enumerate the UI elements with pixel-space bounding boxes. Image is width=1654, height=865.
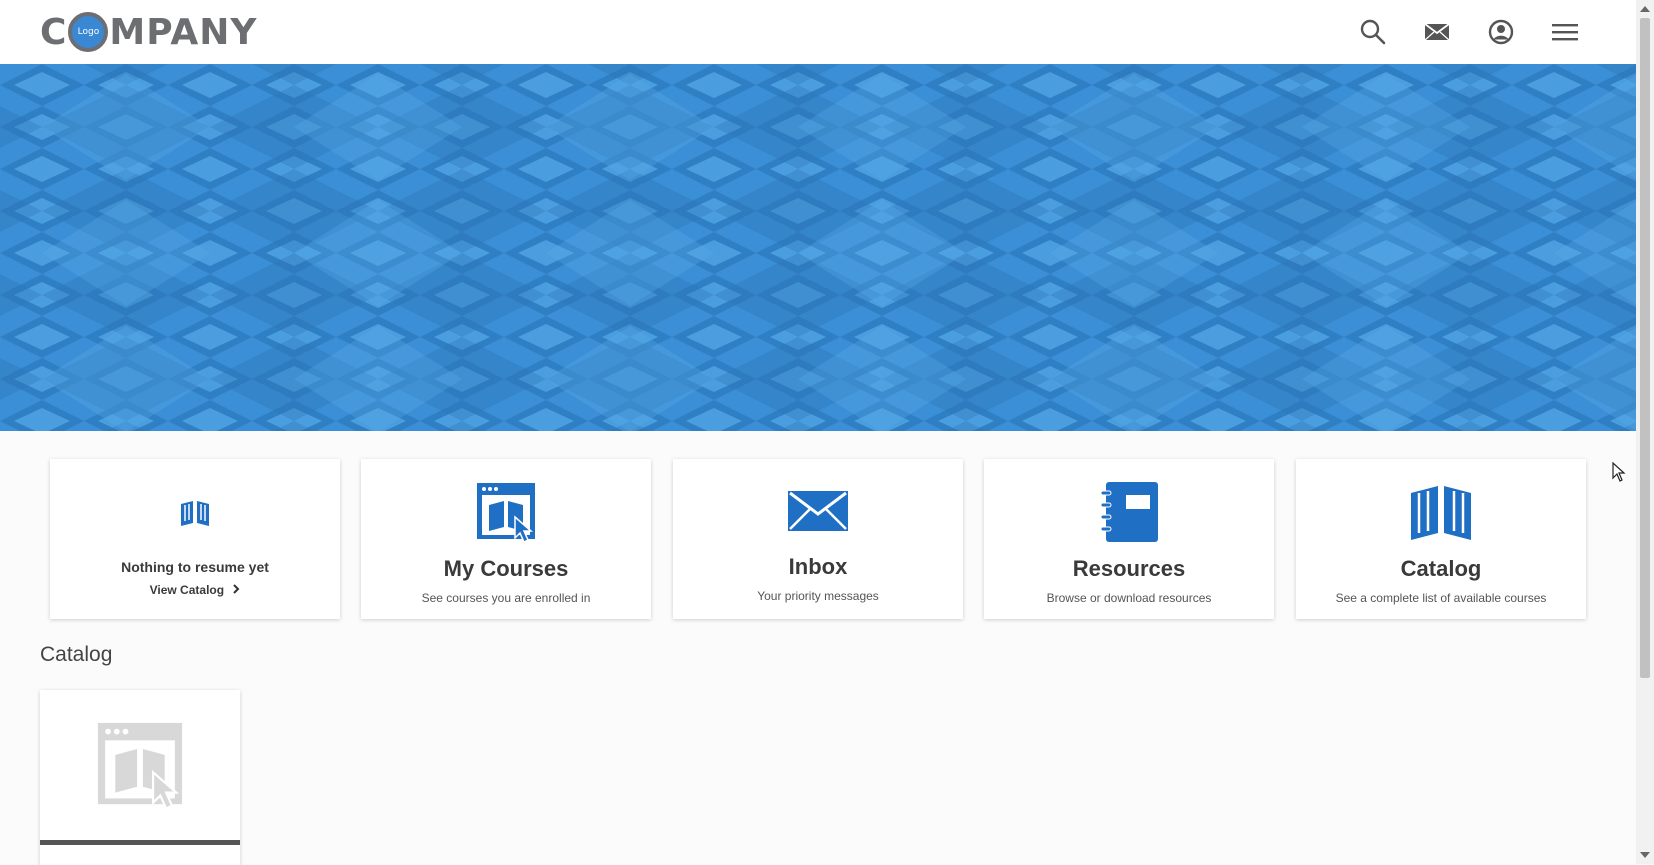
resources-tile[interactable]: Resources Browse or download resources xyxy=(984,459,1274,619)
resume-tile: Nothing to resume yet View Catalog xyxy=(50,459,340,619)
logo-badge: Logo xyxy=(68,12,109,52)
hero-banner xyxy=(0,64,1636,431)
mail-icon[interactable] xyxy=(1419,14,1455,50)
scroll-down-arrow-icon[interactable] xyxy=(1640,852,1650,858)
inbox-title: Inbox xyxy=(788,554,848,579)
scrollbar-thumb[interactable] xyxy=(1640,18,1650,678)
chevron-right-icon xyxy=(233,583,240,597)
company-logo[interactable]: C Logo MPANY xyxy=(40,11,257,53)
catalog-book-icon xyxy=(1296,483,1586,541)
banner-pattern xyxy=(0,64,1636,431)
resources-notebook-icon xyxy=(984,481,1274,543)
my-courses-tile[interactable]: My Courses See courses you are enrolled … xyxy=(361,459,651,619)
inbox-envelope-icon xyxy=(673,490,963,532)
logo-text-prefix: C xyxy=(40,11,68,53)
view-catalog-label: View Catalog xyxy=(149,583,225,597)
inbox-subtitle: Your priority messages xyxy=(757,589,879,603)
view-catalog-link[interactable]: View Catalog xyxy=(50,583,340,597)
course-card-divider xyxy=(40,840,240,845)
mouse-cursor-icon xyxy=(1612,461,1626,487)
resources-title: Resources xyxy=(1072,556,1186,581)
inbox-tile[interactable]: Inbox Your priority messages xyxy=(673,459,963,619)
page-scrollbar[interactable] xyxy=(1636,0,1654,864)
my-courses-icon xyxy=(361,481,651,543)
quick-links: Nothing to resume yet View Catalog My Co… xyxy=(0,459,1636,621)
search-icon[interactable] xyxy=(1355,14,1391,50)
top-header: C Logo MPANY xyxy=(0,0,1636,64)
scroll-up-arrow-icon[interactable] xyxy=(1640,6,1650,12)
hamburger-menu-icon[interactable] xyxy=(1547,14,1583,50)
catalog-tile[interactable]: Catalog See a complete list of available… xyxy=(1296,459,1586,619)
course-thumbnail-icon xyxy=(40,690,240,840)
my-courses-subtitle: See courses you are enrolled in xyxy=(421,591,591,605)
resume-empty-text: Nothing to resume yet xyxy=(121,559,269,575)
logo-text-suffix: MPANY xyxy=(109,11,258,53)
catalog-section-title: Catalog xyxy=(40,643,113,666)
user-account-icon[interactable] xyxy=(1483,14,1519,50)
catalog-tile-title: Catalog xyxy=(1400,556,1482,581)
logo-badge-text: Logo xyxy=(77,27,100,37)
resources-subtitle: Browse or download resources xyxy=(1046,591,1212,605)
open-book-icon xyxy=(50,499,340,527)
course-card[interactable] xyxy=(40,690,240,865)
my-courses-title: My Courses xyxy=(443,556,569,581)
catalog-tile-subtitle: See a complete list of available courses xyxy=(1335,591,1547,605)
